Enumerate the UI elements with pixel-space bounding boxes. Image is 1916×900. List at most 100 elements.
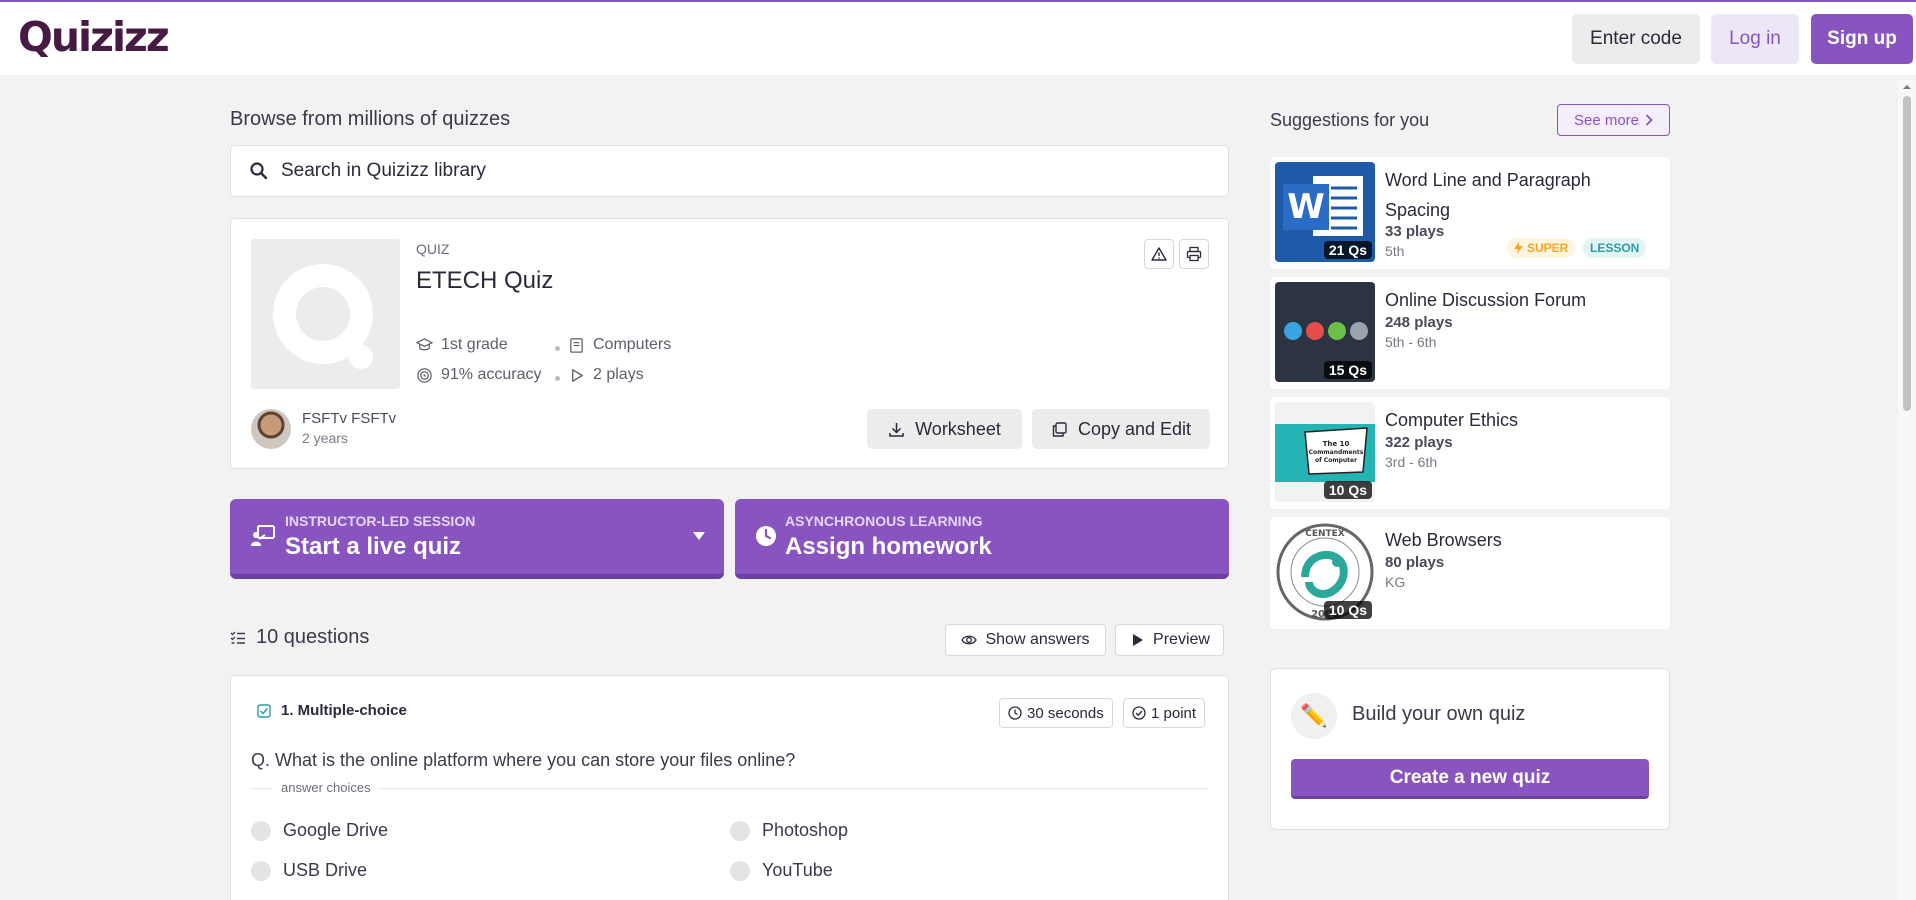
chevron-right-icon <box>1645 114 1653 126</box>
homework-kicker: ASYNCHRONOUS LEARNING <box>785 513 983 529</box>
page-scrollbar[interactable] <box>1898 80 1916 900</box>
suggestion-plays: 80 plays <box>1385 554 1445 571</box>
suggestion-card[interactable]: CENTEX 2000 10 Qs Web Browsers 80 plays … <box>1270 517 1670 629</box>
quiz-card: QUIZ ETECH Quiz 1st grade Computers 91% … <box>230 218 1229 469</box>
create-quiz-button[interactable]: Create a new quiz <box>1291 759 1649 799</box>
copy-icon <box>1052 421 1067 437</box>
graduation-cap-icon <box>416 337 433 350</box>
lesson-tag: LESSON <box>1583 238 1647 258</box>
choice-label: YouTube <box>762 860 833 880</box>
suggestion-plays: 248 plays <box>1385 314 1453 331</box>
meta-separator <box>555 376 560 381</box>
preview-button[interactable]: Preview <box>1115 624 1224 656</box>
pencil-icon: ✏️ <box>1291 693 1337 739</box>
choice-radio <box>251 820 271 841</box>
list-check-icon <box>230 631 245 644</box>
quiz-title: ETECH Quiz <box>416 267 554 294</box>
worksheet-button[interactable]: Worksheet <box>867 409 1022 449</box>
plays-label: 2 plays <box>593 366 644 383</box>
enter-code-button[interactable]: Enter code <box>1572 14 1700 64</box>
copy-edit-button[interactable]: Copy and Edit <box>1032 409 1210 449</box>
svg-text:W: W <box>1287 187 1325 227</box>
questions-count-badge: 10 Qs <box>1323 481 1372 499</box>
print-button[interactable] <box>1179 239 1209 269</box>
signup-button[interactable]: Sign up <box>1811 14 1913 64</box>
choice-label: Photoshop <box>762 820 849 840</box>
suggestion-card[interactable]: 15 Qs Online Discussion Forum 248 plays … <box>1270 277 1670 389</box>
suggestion-grade: 5th - 6th <box>1385 334 1437 350</box>
answer-choice: Google Drive <box>251 820 388 841</box>
play-icon <box>1133 634 1144 646</box>
show-answers-label: Show answers <box>985 631 1090 648</box>
search-input[interactable] <box>281 160 1181 182</box>
clock-icon <box>756 526 776 546</box>
points-label: 1 point <box>1151 704 1197 722</box>
author-name[interactable]: FSFTv FSFTv <box>302 410 396 427</box>
answer-choices-divider: answer choices <box>251 780 1209 795</box>
subject-meta: Computers <box>568 336 671 354</box>
show-answers-button[interactable]: Show answers <box>945 624 1106 656</box>
checkbox-icon <box>257 703 271 718</box>
eye-icon <box>961 635 978 645</box>
preview-label: Preview <box>1153 631 1210 648</box>
suggestion-title: Computer Ethics <box>1385 410 1519 430</box>
suggestions-title: Suggestions for you <box>1270 110 1430 130</box>
suggestion-thumbnail: CENTEX 2000 10 Qs <box>1275 522 1375 622</box>
question-count-label: 10 questions <box>256 626 370 648</box>
svg-text:Commandments: Commandments <box>1309 449 1364 456</box>
book-icon <box>570 337 583 353</box>
suggestion-grade: 5th <box>1385 243 1405 259</box>
svg-text:CENTEX: CENTEX <box>1305 529 1345 539</box>
grade-meta: 1st grade <box>416 336 508 354</box>
meta-separator <box>555 346 560 351</box>
caret-down-icon[interactable] <box>692 531 706 541</box>
quizizz-logo[interactable]: Quizizz <box>18 15 170 59</box>
warning-icon <box>1151 247 1167 261</box>
quiz-type-label: QUIZ <box>416 241 450 257</box>
suggestion-title: Online Discussion Forum <box>1385 290 1587 310</box>
suggestion-plays: 33 plays <box>1385 223 1445 240</box>
report-button[interactable] <box>1144 239 1174 269</box>
time-label: 30 seconds <box>1027 704 1104 722</box>
choice-label: Google Drive <box>283 820 389 840</box>
question-text: Q. What is the online platform where you… <box>251 750 796 770</box>
answer-choices-label: answer choices <box>273 780 379 795</box>
accuracy-label: 91% accuracy <box>441 366 542 383</box>
suggestion-thumbnail: The 10 Commandments of Computer 10 Qs <box>1275 402 1375 502</box>
scroll-up-arrow-icon[interactable] <box>1898 81 1916 93</box>
author-avatar[interactable] <box>251 409 291 449</box>
search-bar[interactable] <box>230 145 1229 197</box>
choice-label: USB Drive <box>283 860 368 880</box>
login-button[interactable]: Log in <box>1711 14 1799 64</box>
copy-edit-label: Copy and Edit <box>1077 418 1192 439</box>
scrollbar-thumb[interactable] <box>1903 96 1911 411</box>
quiz-thumbnail <box>251 239 400 389</box>
live-label: Start a live quiz <box>285 533 462 560</box>
clock-icon <box>1008 706 1022 720</box>
build-quiz-title: Build your own quiz <box>1352 703 1526 725</box>
grade-label: 1st grade <box>441 336 508 353</box>
download-icon <box>889 422 904 437</box>
suggestion-grade: 3rd - 6th <box>1385 454 1438 470</box>
questions-count-badge: 21 Qs <box>1323 241 1372 259</box>
see-more-label: See more <box>1573 111 1640 129</box>
answer-choice: YouTube <box>730 860 833 881</box>
printer-icon <box>1186 246 1202 262</box>
svg-text:of Computer: of Computer <box>1315 457 1357 464</box>
check-circle-icon <box>1132 706 1146 720</box>
start-live-quiz-button[interactable]: INSTRUCTOR-LED SESSION Start a live quiz <box>230 499 724 579</box>
accuracy-meta: 91% accuracy <box>416 366 542 384</box>
suggestion-card[interactable]: The 10 Commandments of Computer 10 Qs Co… <box>1270 397 1670 509</box>
plays-meta: 2 plays <box>568 366 644 384</box>
build-quiz-card: ✏️ Build your own quiz Create a new quiz <box>1270 668 1670 830</box>
see-more-button[interactable]: See more <box>1557 104 1670 136</box>
suggestion-title: Web Browsers <box>1385 530 1502 550</box>
worksheet-label: Worksheet <box>915 418 1001 439</box>
choice-radio <box>730 820 750 841</box>
suggestion-card[interactable]: W 21 Qs Word Line and Paragraph Spacing … <box>1270 157 1670 269</box>
svg-text:The 10: The 10 <box>1323 440 1350 448</box>
suggestion-title: Word Line and Paragraph Spacing <box>1385 170 1591 220</box>
assign-homework-button[interactable]: ASYNCHRONOUS LEARNING Assign homework <box>735 499 1229 579</box>
super-tag: SUPER <box>1507 238 1576 258</box>
lightning-icon <box>1514 242 1523 254</box>
